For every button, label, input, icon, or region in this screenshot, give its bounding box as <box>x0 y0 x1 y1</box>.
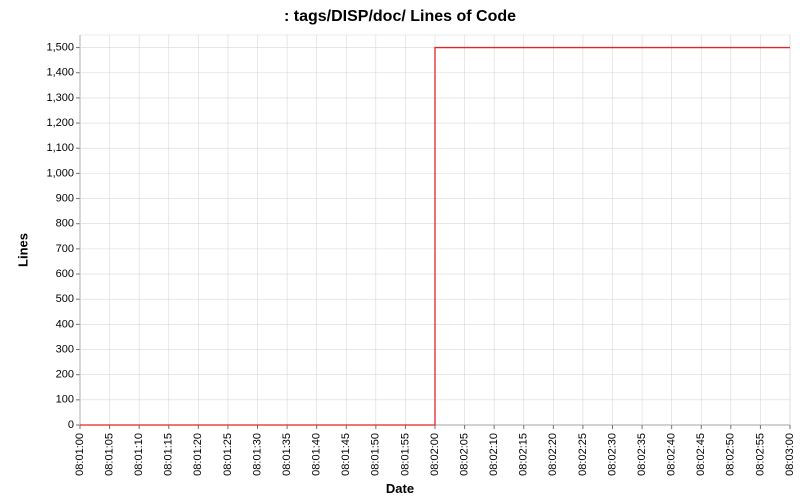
x-tick-label: 08:01:55 <box>399 433 411 476</box>
y-tick-label: 0 <box>68 419 74 431</box>
x-tick-label: 08:01:05 <box>103 433 115 476</box>
x-tick-label: 08:02:35 <box>636 433 648 476</box>
y-tick-label: 600 <box>56 268 74 280</box>
x-tick-label: 08:02:15 <box>518 433 530 476</box>
x-tick-label: 08:03:00 <box>784 433 796 476</box>
chart-plot: 0 100 200 300 400 500 600 700 800 900 1,000 1,100 1,… <box>0 0 800 500</box>
y-tick-label: 400 <box>56 318 74 330</box>
x-tick-label: 08:02:00 <box>429 433 441 476</box>
y-tick-label: 1,200 <box>46 117 74 129</box>
x-tick-label: 08:01:35 <box>281 433 293 476</box>
y-tick-label: 1,400 <box>46 67 74 79</box>
y-tick-label: 100 <box>56 394 74 406</box>
y-tick-label: 900 <box>56 192 74 204</box>
x-tick-label: 08:01:45 <box>340 433 352 476</box>
x-tick-label: 08:01:20 <box>192 433 204 476</box>
x-tick-label: 08:02:40 <box>666 433 678 476</box>
x-tick-label: 08:02:50 <box>725 433 737 476</box>
y-tick-label: 1,000 <box>46 167 74 179</box>
x-tick-label: 08:01:00 <box>74 433 86 476</box>
x-tick-label: 08:01:50 <box>370 433 382 476</box>
x-tick-label: 08:01:40 <box>311 433 323 476</box>
x-tick-label: 08:02:30 <box>606 433 618 476</box>
y-tick-label: 500 <box>56 293 74 305</box>
y-tick-label: 300 <box>56 343 74 355</box>
data-series-line <box>80 48 790 425</box>
x-tick-label: 08:02:25 <box>577 433 589 476</box>
y-tick-label: 700 <box>56 243 74 255</box>
x-tick-label: 08:01:15 <box>163 433 175 476</box>
x-tick-label: 08:01:30 <box>251 433 263 476</box>
y-tick-label: 1,100 <box>46 142 74 154</box>
x-tick-label: 08:01:25 <box>222 433 234 476</box>
y-tick-label: 1,500 <box>46 41 74 53</box>
y-tick-label: 1,300 <box>46 92 74 104</box>
y-tick-label: 800 <box>56 218 74 230</box>
x-tick-label: 08:02:20 <box>547 433 559 476</box>
x-tick-label: 08:01:10 <box>133 433 145 476</box>
x-tick-label: 08:02:55 <box>754 433 766 476</box>
chart-container: : tags/DISP/doc/ Lines of Code Lines Dat… <box>0 0 800 500</box>
x-tick-label: 08:02:05 <box>458 433 470 476</box>
x-tick-label: 08:02:45 <box>695 433 707 476</box>
y-tick-label: 200 <box>56 369 74 381</box>
x-tick-label: 08:02:10 <box>488 433 500 476</box>
